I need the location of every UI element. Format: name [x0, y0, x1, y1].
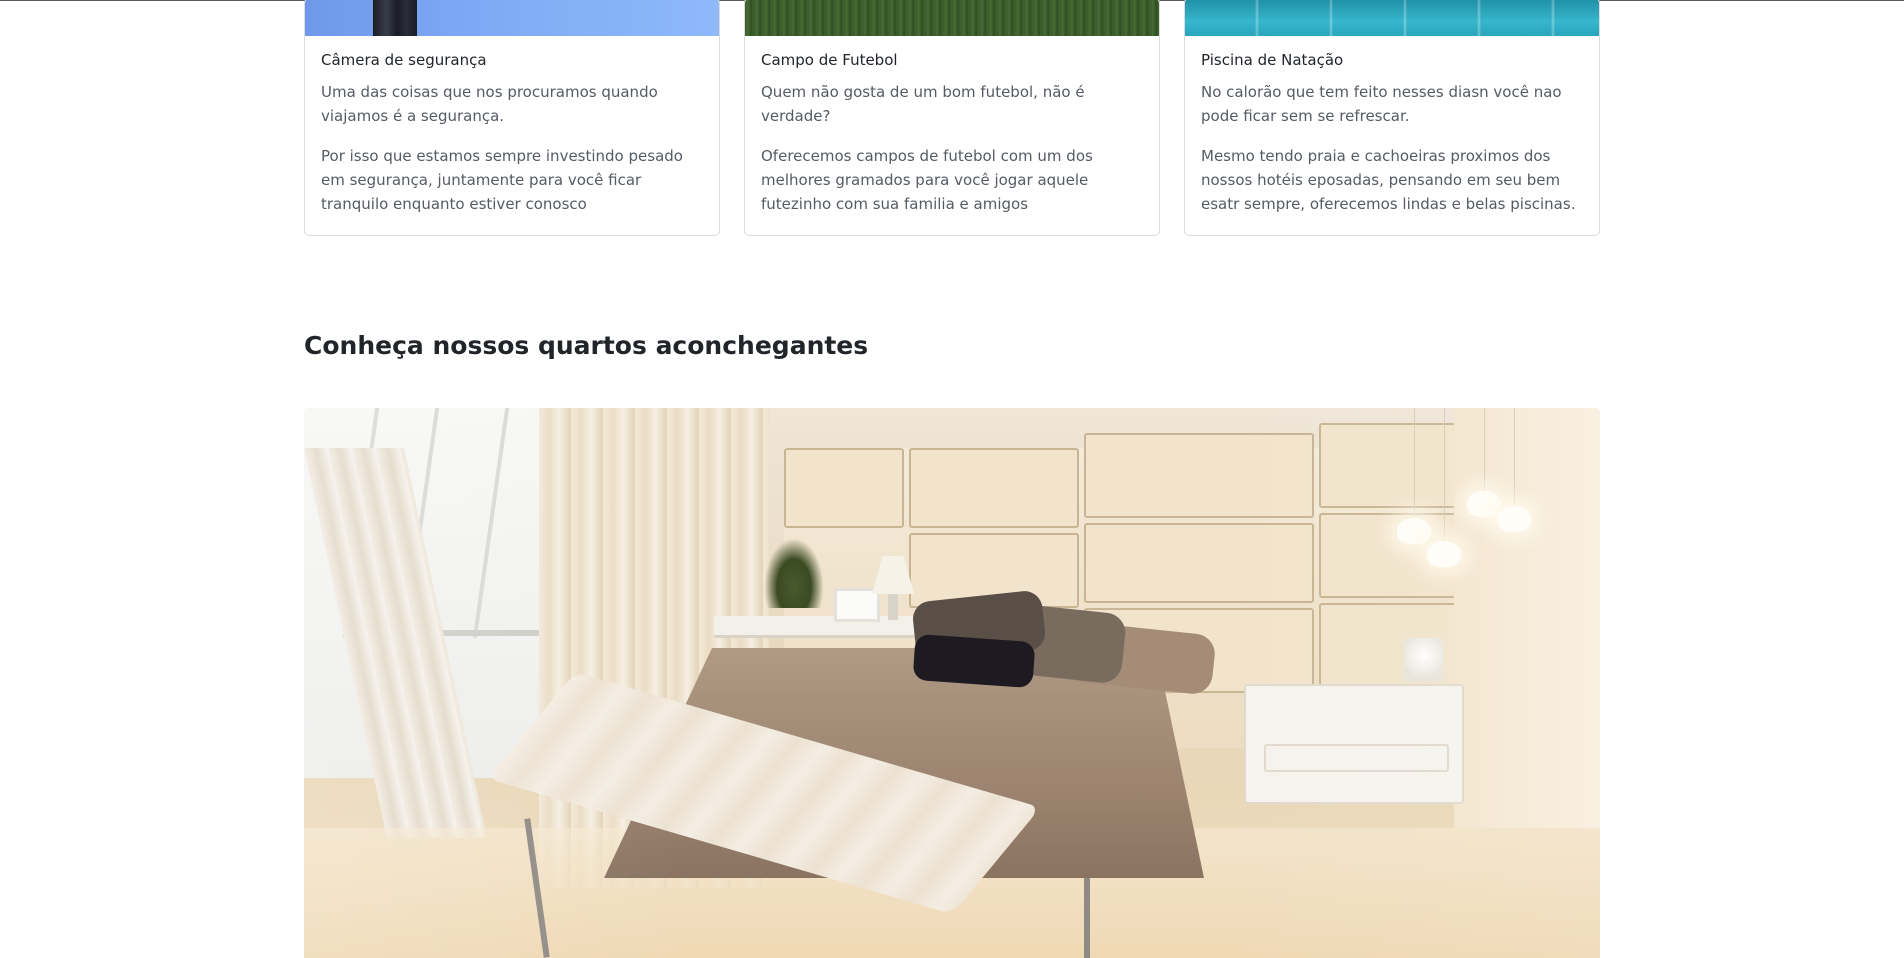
card-image-football-field [745, 0, 1159, 36]
room-photo [304, 408, 1600, 958]
photo-lighting-overlay [304, 408, 1600, 958]
card-body: Câmera de segurança Uma das coisas que n… [321, 50, 705, 232]
card-title: Piscina de Natação [1201, 51, 1344, 69]
card-title: Campo de Futebol [761, 51, 898, 69]
card-text: Mesmo tendo praia e cachoeiras proximos … [1201, 147, 1576, 213]
card-swimming-pool: Piscina de Natação No calorão que tem fe… [1184, 0, 1600, 236]
card-body: Campo de Futebol Quem não gosta de um bo… [761, 50, 1145, 232]
rooms-section-title: Conheça nossos quartos aconchegantes [304, 331, 869, 360]
card-text: Quem não gosta de um bom futebol, não é … [761, 83, 1085, 125]
amenities-cards: Câmera de segurança Uma das coisas que n… [304, 0, 1600, 236]
card-title: Câmera de segurança [321, 51, 487, 69]
camera-pole-image [373, 0, 417, 36]
card-text: Oferecemos campos de futebol com um dos … [761, 147, 1093, 213]
card-image-security-camera [305, 0, 719, 36]
card-text: Por isso que estamos sempre investindo p… [321, 147, 683, 213]
card-image-swimming-pool [1185, 0, 1599, 36]
card-body: Piscina de Natação No calorão que tem fe… [1201, 50, 1585, 232]
card-text: No calorão que tem feito nesses diasn vo… [1201, 83, 1562, 125]
card-football-field: Campo de Futebol Quem não gosta de um bo… [744, 0, 1160, 236]
card-text: Uma das coisas que nos procuramos quando… [321, 83, 658, 125]
pool-lanes [1185, 0, 1599, 36]
card-security-camera: Câmera de segurança Uma das coisas que n… [304, 0, 720, 236]
